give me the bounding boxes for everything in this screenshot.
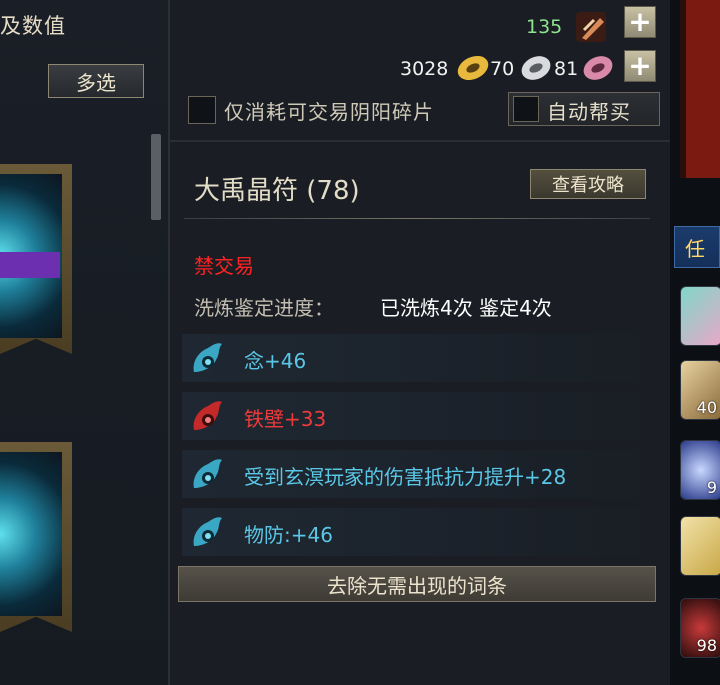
- only-tradable-label: 仅消耗可交易阴阳碎片: [224, 100, 434, 124]
- attribute-text: 铁壁+33: [244, 407, 327, 431]
- auto-buy-toggle[interactable]: 自动帮买: [508, 92, 660, 126]
- attribute-text: 受到玄溟玩家的伤害抵抗力提升+28: [244, 465, 567, 489]
- gold-count: 3028: [400, 58, 449, 80]
- background-window-edge: [680, 0, 720, 178]
- attribute-row: 念+46: [182, 334, 658, 382]
- attribute-scroll-icon: [193, 459, 222, 488]
- multi-select-button[interactable]: 多选: [48, 64, 144, 98]
- token-item-icon: [576, 12, 606, 42]
- only-tradable-checkbox[interactable]: [188, 96, 216, 124]
- attribute-row: 铁壁+33: [182, 392, 658, 440]
- background-hud-strip: 任 40 9 98: [670, 0, 720, 685]
- token-count: 135: [526, 16, 563, 38]
- jade-count: 81: [554, 58, 579, 80]
- title-divider: [184, 218, 650, 219]
- section-divider: [170, 140, 670, 142]
- trade-status: 禁交易: [194, 254, 254, 278]
- remove-unwanted-attributes-button[interactable]: 去除无需出现的词条: [178, 566, 656, 602]
- view-guide-button[interactable]: 查看攻略: [530, 169, 646, 199]
- gold-ingot-icon: [457, 55, 489, 81]
- talisman-slot-2[interactable]: [0, 442, 72, 632]
- attribute-scroll-icon: [193, 517, 222, 546]
- attribute-scroll-red-icon: [193, 401, 222, 430]
- slot-count: 9: [706, 478, 717, 497]
- add-currency-button[interactable]: +: [624, 50, 656, 82]
- add-token-button[interactable]: +: [624, 6, 656, 38]
- refine-progress-label: 洗炼鉴定进度：: [194, 296, 334, 320]
- inventory-slot[interactable]: 9: [680, 440, 720, 500]
- auto-buy-checkbox[interactable]: [513, 96, 539, 122]
- inventory-slot[interactable]: [680, 516, 720, 576]
- item-name: 大禹晶符 (78): [194, 176, 360, 206]
- refine-progress-value: 已洗炼4次 鉴定4次: [380, 296, 552, 320]
- inventory-slot[interactable]: 40: [680, 360, 720, 420]
- attribute-row: 物防:+46: [182, 508, 658, 556]
- attribute-text: 念+46: [244, 349, 307, 373]
- auto-buy-label: 自动帮买: [547, 100, 631, 124]
- jade-coin-icon: [583, 56, 613, 80]
- silver-ingot-icon: [521, 56, 551, 80]
- task-tab[interactable]: 任: [674, 226, 720, 268]
- slot-count: 98: [696, 636, 717, 655]
- talisman-icon: [0, 452, 62, 616]
- item-detail-panel: 135 + 3028 70 81 + 仅消耗可交易阴阳碎片 自动帮买 大禹晶符 …: [170, 0, 670, 685]
- slot-count: 40: [696, 398, 717, 417]
- attribute-text: 物防:+46: [244, 523, 333, 547]
- inventory-slot[interactable]: [680, 286, 720, 346]
- left-scrollbar[interactable]: [151, 134, 161, 220]
- attribute-scroll-icon: [193, 343, 222, 372]
- silver-count: 70: [490, 58, 515, 80]
- inventory-slot[interactable]: 98: [680, 598, 720, 658]
- left-panel-title: 及数值: [0, 14, 66, 38]
- left-panel: 及数值 多选: [0, 0, 170, 685]
- attribute-row: 受到玄溟玩家的伤害抵抗力提升+28: [182, 450, 658, 498]
- talisman-purple-band: [0, 252, 60, 278]
- talisman-slot-1[interactable]: [0, 164, 72, 354]
